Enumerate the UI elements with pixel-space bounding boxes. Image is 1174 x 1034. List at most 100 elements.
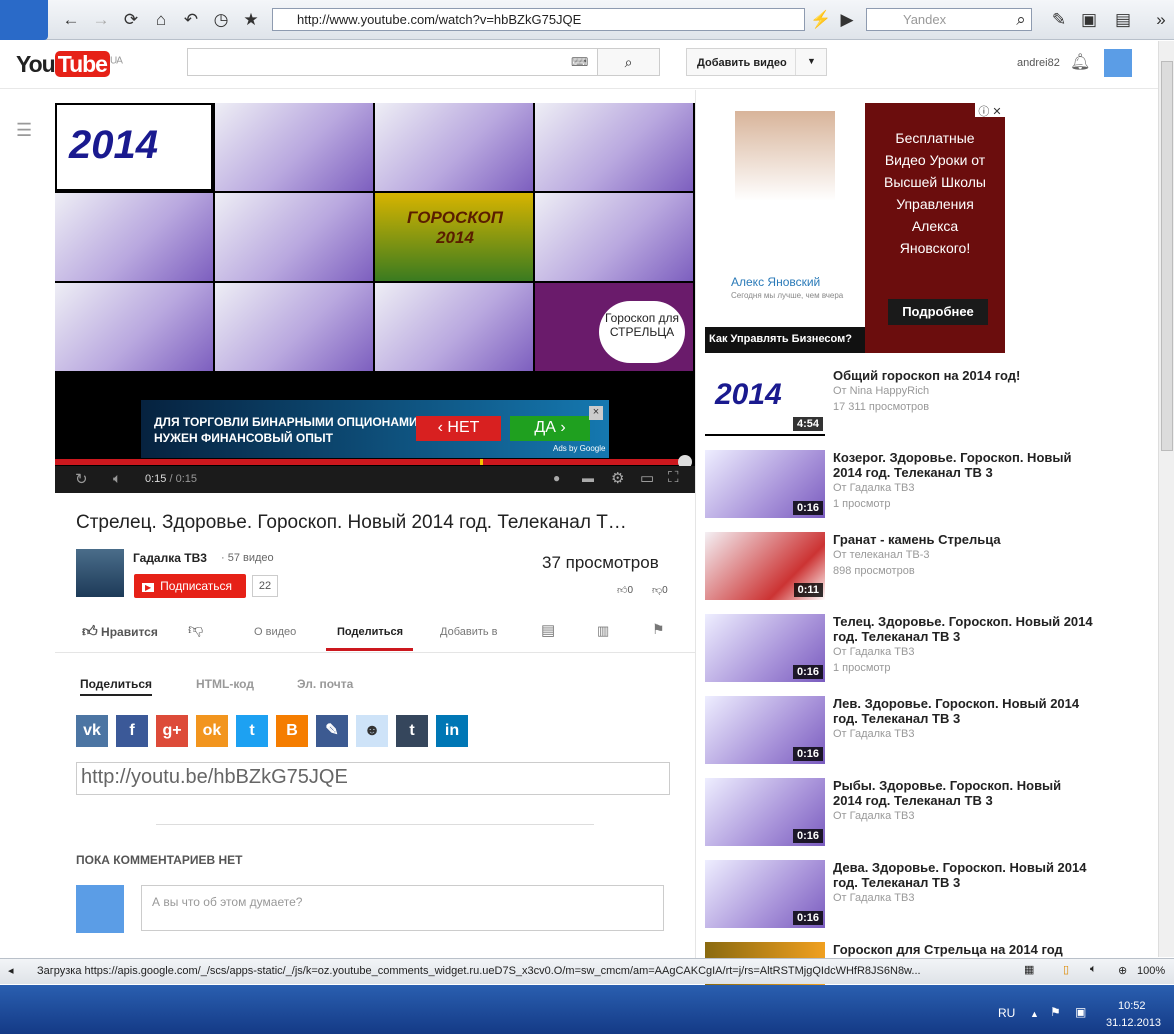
tray-expand-icon[interactable]: ▲ bbox=[1030, 1009, 1039, 1019]
settings-gear-icon[interactable]: ⚙ bbox=[611, 469, 624, 487]
yandex-search-input[interactable]: Yandex bbox=[866, 8, 1032, 31]
flag-icon[interactable]: ⚑ bbox=[652, 621, 665, 638]
go-icon[interactable]: ▶ bbox=[836, 10, 858, 30]
ad-no-button[interactable]: ‹ НЕТ bbox=[416, 416, 501, 441]
progress-bar[interactable] bbox=[55, 459, 685, 465]
watch-later-icon[interactable]: ● bbox=[553, 471, 560, 485]
ad-more-button[interactable]: Подробнее bbox=[888, 299, 988, 325]
adchoices-close-icon[interactable]: ⓘ ✕ bbox=[975, 103, 1005, 118]
channel-avatar[interactable] bbox=[76, 549, 124, 597]
youtube-logo[interactable]: You Tube UA bbox=[16, 51, 123, 78]
related-thumbnail[interactable]: 0:16 bbox=[705, 614, 825, 682]
related-title[interactable]: Гранат - камень Стрельца bbox=[833, 532, 1093, 547]
like-button[interactable]: 👍︎ Нравится bbox=[82, 623, 158, 641]
username[interactable]: andrei82 bbox=[1017, 57, 1060, 69]
subscribe-button[interactable]: ▶ Подписаться bbox=[134, 574, 246, 598]
tab-share[interactable]: Поделиться bbox=[337, 626, 403, 638]
browser-logo[interactable] bbox=[0, 0, 48, 40]
share-linkedin-icon[interactable]: in bbox=[436, 715, 468, 747]
share-googleplus-icon[interactable]: g+ bbox=[156, 715, 188, 747]
edit-icon[interactable]: ✎ bbox=[1048, 10, 1070, 30]
activity-icon[interactable]: ▦ bbox=[1024, 963, 1034, 976]
share-blogger-icon[interactable]: B bbox=[276, 715, 308, 747]
camera-icon[interactable]: ▣ bbox=[1078, 10, 1100, 30]
related-title[interactable]: Козерог. Здоровье. Гороскоп. Новый 2014 … bbox=[833, 450, 1093, 480]
transcript-icon[interactable]: ▤ bbox=[541, 621, 555, 639]
related-title[interactable]: Телец. Здоровье. Гороскоп. Новый 2014 го… bbox=[833, 614, 1093, 644]
zoom-icon[interactable]: ⊕ bbox=[1118, 964, 1127, 977]
home-icon[interactable]: ⌂ bbox=[150, 10, 172, 30]
related-title[interactable]: Рыбы. Здоровье. Гороскоп. Новый 2014 год… bbox=[833, 778, 1093, 808]
translate-icon[interactable]: ▤ bbox=[1112, 10, 1134, 30]
captions-icon[interactable]: ▬ bbox=[582, 471, 594, 485]
sidebar-ad[interactable]: Алекс Яновский Сегодня мы лучше, чем вче… bbox=[705, 103, 1005, 353]
related-thumbnail[interactable]: 0:16 bbox=[705, 450, 825, 518]
related-thumbnail[interactable]: 0:16 bbox=[705, 778, 825, 846]
action-center-flag-icon[interactable]: ⚑ bbox=[1050, 1005, 1061, 1019]
scrollbar[interactable] bbox=[1158, 41, 1174, 957]
mute-icon[interactable]: 🔈︎ bbox=[113, 470, 121, 487]
related-title[interactable]: Гороскоп для Стрельца на 2014 год bbox=[833, 942, 1093, 957]
video-ad-overlay[interactable]: ДЛЯ ТОРГОВЛИ БИНАРНЫМИ ОПЦИОНАМИ НУЖЕН ФИ… bbox=[141, 400, 609, 458]
fullscreen-icon[interactable]: ⛶ bbox=[668, 469, 679, 486]
related-thumbnail[interactable]: 0:16 bbox=[705, 860, 825, 928]
related-video[interactable]: 0:16 Дева. Здоровье. Гороскоп. Новый 2014… bbox=[705, 860, 1145, 930]
address-bar[interactable]: http://www.youtube.com/watch?v=hbBZkG75J… bbox=[272, 8, 805, 31]
avatar[interactable] bbox=[1104, 49, 1132, 77]
related-title[interactable]: Дева. Здоровье. Гороскоп. Новый 2014 год… bbox=[833, 860, 1093, 890]
forward-icon[interactable]: → bbox=[90, 10, 112, 30]
related-video[interactable]: 0:11 Гранат - камень Стрельца От телеканал… bbox=[705, 532, 1145, 602]
related-video[interactable]: 0:16 Рыбы. Здоровье. Гороскоп. Новый 2014… bbox=[705, 778, 1145, 848]
share-facebook-icon[interactable]: f bbox=[116, 715, 148, 747]
lightning-icon[interactable]: ⚡ bbox=[810, 10, 832, 30]
tab-about[interactable]: О видео bbox=[254, 626, 296, 638]
language-indicator[interactable]: RU bbox=[998, 1006, 1015, 1020]
tab-add-to[interactable]: Добавить в bbox=[440, 626, 498, 638]
network-icon[interactable]: ▣ bbox=[1075, 1005, 1086, 1019]
search-input[interactable]: ⌨ bbox=[187, 48, 660, 76]
related-title[interactable]: Лев. Здоровье. Гороскоп. Новый 2014 год.… bbox=[833, 696, 1093, 726]
guide-menu-icon[interactable]: ☰ bbox=[16, 120, 36, 141]
share-tab-email[interactable]: Эл. почта bbox=[297, 677, 353, 691]
share-url-input[interactable]: http://youtu.be/hbBZkG75JQE bbox=[76, 762, 670, 795]
search-icon[interactable]: ⌕ bbox=[1010, 10, 1032, 30]
bookmark-star-icon[interactable]: ★ bbox=[240, 10, 262, 30]
clock-time[interactable]: 10:52 bbox=[1118, 1000, 1146, 1012]
upload-button[interactable]: Добавить видео ▼ bbox=[686, 48, 827, 76]
close-icon[interactable]: × bbox=[589, 406, 603, 420]
search-button[interactable]: ⌕ bbox=[597, 48, 660, 76]
related-title[interactable]: Общий гороскоп на 2014 год! bbox=[833, 368, 1093, 383]
zoom-level[interactable]: 100% bbox=[1137, 965, 1165, 977]
share-vk-icon[interactable]: vk bbox=[76, 715, 108, 747]
reload-icon[interactable]: ⟳ bbox=[120, 10, 142, 30]
stats-icon[interactable]: ▥ bbox=[597, 623, 609, 639]
share-tab-share[interactable]: Поделиться bbox=[80, 677, 153, 696]
share-odnoklassniki-icon[interactable]: ok bbox=[196, 715, 228, 747]
share-livejournal-icon[interactable]: ✎ bbox=[316, 715, 348, 747]
related-thumbnail[interactable]: 2014 4:54 bbox=[705, 368, 825, 436]
keyboard-icon[interactable]: ⌨ bbox=[571, 55, 588, 69]
sidebar-toggle-icon[interactable]: ◂ bbox=[8, 964, 14, 977]
related-video[interactable]: 0:16 Телец. Здоровье. Гороскоп. Новый 201… bbox=[705, 614, 1145, 684]
comment-input[interactable]: А вы что об этом думаете? bbox=[141, 885, 664, 931]
share-twitter-icon[interactable]: t bbox=[236, 715, 268, 747]
related-thumbnail[interactable]: 0:16 bbox=[705, 696, 825, 764]
dislike-button[interactable]: 👎︎ bbox=[188, 621, 203, 639]
bell-icon[interactable]: 🔔︎ bbox=[1070, 52, 1090, 72]
history-icon[interactable]: ◷ bbox=[210, 10, 232, 30]
related-video[interactable]: 2014 4:54 Общий гороскоп на 2014 год! От Ni… bbox=[705, 368, 1145, 438]
related-video[interactable]: 0:16 Козерог. Здоровье. Гороскоп. Новый 2… bbox=[705, 450, 1145, 520]
share-reddit-icon[interactable]: ☻ bbox=[356, 715, 388, 747]
share-tab-embed[interactable]: HTML-код bbox=[196, 677, 254, 691]
notes-icon[interactable]: ▯ bbox=[1063, 963, 1069, 976]
clock-date[interactable]: 31.12.2013 bbox=[1106, 1017, 1161, 1029]
replay-icon[interactable]: ↻ bbox=[75, 470, 88, 488]
related-video[interactable]: 0:16 Лев. Здоровье. Гороскоп. Новый 2014 … bbox=[705, 696, 1145, 766]
theater-mode-icon[interactable]: ▭ bbox=[640, 469, 654, 487]
share-tumblr-icon[interactable]: t bbox=[396, 715, 428, 747]
back-icon[interactable]: ← bbox=[60, 10, 82, 30]
related-thumbnail[interactable]: 0:11 bbox=[705, 532, 825, 600]
ad-yes-button[interactable]: ДА › bbox=[510, 416, 590, 441]
chevron-down-icon[interactable]: ▼ bbox=[795, 49, 827, 75]
volume-icon[interactable]: 🔈︎ bbox=[1090, 963, 1097, 976]
